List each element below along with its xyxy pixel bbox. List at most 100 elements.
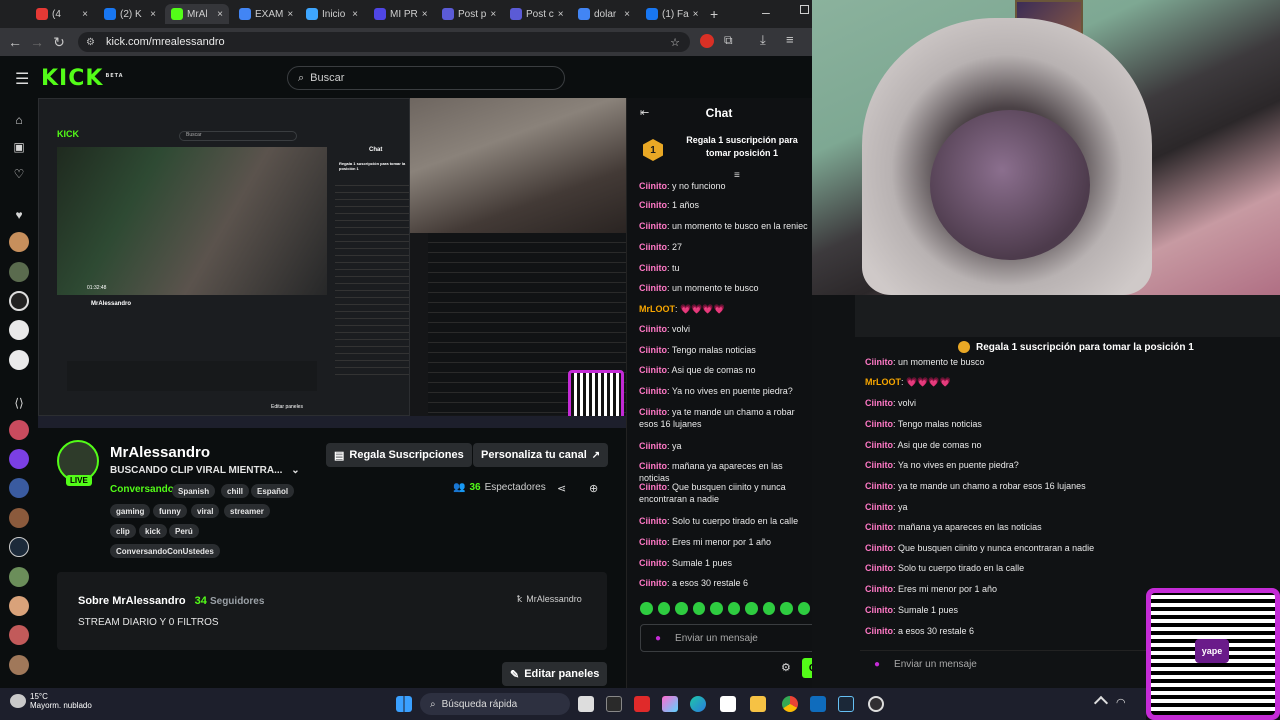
wifi-icon[interactable]: ◠ [1116, 696, 1132, 712]
emote-icon[interactable] [657, 602, 670, 615]
chrome-icon[interactable] [782, 696, 798, 712]
close-tab-icon[interactable]: × [490, 9, 496, 20]
browser-tab[interactable]: EXAM × [233, 4, 297, 24]
browser-tab[interactable]: Inicio × [300, 4, 364, 24]
followed-channel-avatar[interactable] [9, 232, 29, 252]
chat-message-input[interactable]: ● Enviar un mensaje ☺ [640, 624, 838, 652]
stream-video[interactable]: Buscar KICK Chat Regala 1 suscripción pa… [38, 98, 626, 428]
stream-tag[interactable]: Perú [169, 524, 199, 538]
followed-channel-avatar[interactable] [9, 449, 29, 469]
favorites-heart-icon[interactable]: ♥ [10, 206, 28, 224]
back-icon[interactable]: ← [4, 31, 26, 53]
chat-username[interactable]: Ciinito [639, 263, 667, 273]
acrobat-icon[interactable] [634, 696, 650, 712]
stream-tag[interactable]: ConversandoConUstedes [110, 544, 220, 558]
chat-message[interactable]: Ciinito: volvi [639, 323, 811, 335]
chat-message[interactable]: Ciinito: ya [639, 440, 811, 452]
followed-channel-avatar[interactable] [9, 350, 29, 370]
microphone-icon[interactable]: ● [655, 633, 661, 644]
stream-title[interactable]: BUSCANDO CLIP VIRAL MIENTRA... ⌄ [110, 465, 300, 476]
followed-channel-avatar[interactable] [9, 655, 29, 675]
chat-username[interactable]: Ciinito [639, 482, 667, 492]
chat-username[interactable]: Ciinito [639, 407, 667, 417]
stream-tag[interactable]: Español [251, 484, 295, 498]
windows-start-icon[interactable] [396, 696, 412, 712]
close-tab-icon[interactable]: × [287, 9, 293, 20]
chat-message[interactable]: Ciinito: Ya no vives en puente piedra? [639, 385, 811, 397]
extensions-puzzle-icon[interactable]: ⧉ [724, 33, 733, 48]
epic-games-icon[interactable] [606, 696, 622, 712]
chat-message[interactable]: Ciinito: ya te mande un chamo a robar es… [639, 406, 811, 430]
minimize-button[interactable]: – [762, 4, 770, 20]
chat-username[interactable]: Ciinito [639, 516, 667, 526]
browser-tab[interactable]: (4 × [30, 4, 94, 24]
chat-message[interactable]: Ciinito: Que busquen ciinito y nunca enc… [639, 481, 811, 505]
hamburger-icon[interactable]: ☰ [15, 69, 29, 89]
extension-icon[interactable] [700, 34, 714, 48]
chevron-down-icon[interactable]: ⌄ [291, 465, 299, 476]
browser-tab[interactable]: (1) Fa × [640, 4, 704, 24]
chat-username[interactable]: MrLOOT [639, 304, 675, 314]
followed-channel-avatar[interactable] [9, 508, 29, 528]
chat-message[interactable]: Ciinito: y no funciono [639, 180, 811, 192]
chat-message[interactable]: Ciinito: un momento te busco en la renie… [639, 220, 811, 232]
chat-settings-gear-icon[interactable]: ⚙ [781, 661, 791, 674]
close-tab-icon[interactable]: × [624, 9, 630, 20]
stream-tag[interactable]: gaming [110, 504, 151, 518]
emote-icon[interactable] [797, 602, 810, 615]
stream-tag[interactable]: clip [110, 524, 136, 538]
browser-tab[interactable]: MI PR × [368, 4, 432, 24]
stream-tag[interactable]: funny [153, 504, 187, 518]
chat-message[interactable]: Ciinito: Solo tu cuerpo tirado en la cal… [639, 515, 811, 527]
obs-icon[interactable] [868, 696, 884, 712]
weather-widget[interactable]: 15°C Mayorm. nublado [8, 692, 92, 710]
chat-username[interactable]: Ciinito [639, 558, 667, 568]
chat-username[interactable]: Ciinito [639, 386, 667, 396]
home-icon[interactable]: ⌂ [10, 111, 28, 129]
chat-message[interactable]: Ciinito: 27 [639, 241, 811, 253]
chat-message[interactable]: Ciinito: tu [639, 262, 811, 274]
chat-username[interactable]: Ciinito [639, 461, 667, 471]
chat-message[interactable]: Ciinito: Tengo malas noticias [639, 344, 811, 356]
close-tab-icon[interactable]: × [558, 9, 564, 20]
site-info-icon[interactable]: ⚙ [86, 37, 95, 48]
browser-tab[interactable]: MrAl × [165, 4, 229, 24]
emote-icon[interactable] [780, 602, 793, 615]
chat-username[interactable]: Ciinito [639, 345, 667, 355]
followed-channel-avatar[interactable] [9, 537, 29, 557]
steam-icon[interactable] [838, 696, 854, 712]
chat-message[interactable]: Ciinito: a esos 30 restale 6 [639, 577, 811, 589]
forward-icon[interactable]: → [26, 31, 48, 53]
outlook-icon[interactable] [810, 696, 826, 712]
chat-message[interactable]: Ciinito: Eres mi menor por 1 año [639, 536, 811, 548]
stream-tag[interactable]: streamer [224, 504, 270, 518]
close-tab-icon[interactable]: × [82, 9, 88, 20]
chat-username[interactable]: Ciinito [639, 537, 667, 547]
url-field[interactable]: ⚙ kick.com/mrealessandro ☆ [78, 32, 690, 52]
follow-user-icon[interactable]: ⊕ [589, 482, 598, 495]
close-tab-icon[interactable]: × [693, 9, 699, 20]
followed-channel-avatar[interactable] [9, 478, 29, 498]
new-tab-button[interactable]: + [710, 6, 718, 22]
emote-icon[interactable] [692, 602, 705, 615]
followed-channel-avatar[interactable] [9, 420, 29, 440]
edge-icon[interactable] [690, 696, 706, 712]
file-explorer-icon[interactable] [750, 696, 766, 712]
store-icon[interactable] [720, 696, 736, 712]
browser-tab[interactable]: Post c × [504, 4, 568, 24]
chat-message[interactable]: Ciinito: Sumale 1 pues [639, 557, 811, 569]
emote-icon[interactable] [745, 602, 758, 615]
collapse-icon[interactable]: ⟨⟩ [10, 394, 28, 412]
taskbar-search[interactable]: ⌕ Búsqueda rápida [420, 693, 570, 715]
copilot-icon[interactable] [662, 696, 678, 712]
task-view-icon[interactable] [578, 696, 594, 712]
emote-icon[interactable] [675, 602, 688, 615]
emote-icon[interactable] [727, 602, 740, 615]
stream-tag[interactable]: kick [139, 524, 167, 538]
chat-message[interactable]: Ciinito: un momento te busco [639, 282, 811, 294]
chat-username[interactable]: Ciinito [639, 441, 667, 451]
chat-message[interactable]: MrLOOT: 💗💗💗💗 [639, 303, 811, 315]
close-tab-icon[interactable]: × [422, 9, 428, 20]
chat-username[interactable]: Ciinito [639, 242, 667, 252]
browser-tab[interactable]: dolar × [572, 4, 636, 24]
